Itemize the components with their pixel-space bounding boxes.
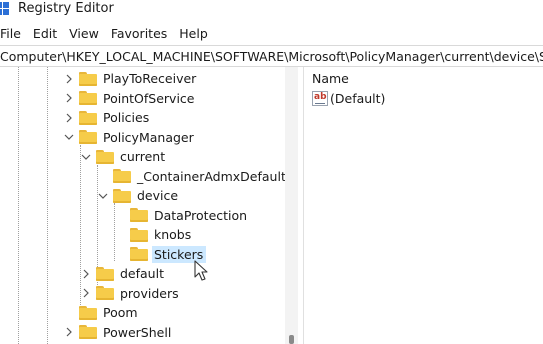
folder-icon xyxy=(130,227,148,242)
tree-item-label: Poom xyxy=(103,305,138,321)
folder-icon xyxy=(79,130,97,145)
value-row[interactable]: ab (Default) xyxy=(312,91,385,106)
chevron-down-icon[interactable] xyxy=(64,132,74,142)
folder-icon xyxy=(130,208,148,223)
folder-icon xyxy=(113,169,131,184)
tree-item-label: providers xyxy=(120,285,179,301)
tree-item-policymanager[interactable]: PolicyManager xyxy=(64,128,197,148)
tree-item-label: current xyxy=(120,149,166,165)
chevron-right-icon[interactable] xyxy=(64,74,74,84)
folder-icon xyxy=(96,149,114,164)
mouse-cursor-icon xyxy=(194,260,208,281)
tree-item-knobs[interactable]: knobs xyxy=(115,225,194,245)
tree-item-powershell[interactable]: PowerShell xyxy=(64,323,174,343)
column-header-name[interactable]: Name xyxy=(312,71,349,86)
tree-item-dataprotection[interactable]: DataProtection xyxy=(115,206,250,226)
tree-item-poom[interactable]: Poom xyxy=(64,303,141,323)
string-value-icon: ab xyxy=(312,91,328,106)
folder-icon xyxy=(79,110,97,125)
chevron-down-icon[interactable] xyxy=(81,152,91,162)
menu-view[interactable]: View xyxy=(63,24,105,44)
folder-icon xyxy=(79,91,97,106)
menu-file[interactable]: File xyxy=(0,24,27,44)
title-bar: Registry Editor xyxy=(0,0,543,20)
tree-item-label: knobs xyxy=(154,227,192,243)
address-path[interactable]: Computer\HKEY_LOCAL_MACHINE\SOFTWARE\Mic… xyxy=(0,49,543,64)
folder-icon xyxy=(79,71,97,86)
chevron-right-icon[interactable] xyxy=(64,327,74,337)
tree-item-label: PolicyManager xyxy=(103,129,194,145)
tree-item-default[interactable]: default xyxy=(81,264,167,284)
folder-icon xyxy=(79,305,97,320)
tree-item-containeradmxdefault[interactable]: _ContainerAdmxDefault xyxy=(98,167,289,187)
folder-icon xyxy=(96,266,114,281)
tree-item-policies[interactable]: Policies xyxy=(64,108,152,128)
tree-item-label: DataProtection xyxy=(154,207,248,223)
registry-editor-icon xyxy=(0,2,10,16)
tree-item-label: device xyxy=(137,188,179,204)
chevron-right-icon[interactable] xyxy=(81,288,91,298)
tree-item-pointofservice[interactable]: PointOfService xyxy=(64,89,197,109)
value-name: (Default) xyxy=(330,91,386,106)
tree-item-label: PowerShell xyxy=(103,324,172,340)
folder-icon xyxy=(79,325,97,340)
tree-item-playtoreceiver[interactable]: PlayToReceiver xyxy=(64,69,199,89)
chevron-right-icon[interactable] xyxy=(81,269,91,279)
address-bar[interactable]: Computer\HKEY_LOCAL_MACHINE\SOFTWARE\Mic… xyxy=(0,45,543,67)
folder-icon xyxy=(130,247,148,262)
chevron-right-icon[interactable] xyxy=(64,113,74,123)
folder-icon xyxy=(96,286,114,301)
tree-item-stickers[interactable]: Stickers xyxy=(115,245,207,265)
menu-favorites[interactable]: Favorites xyxy=(105,24,173,44)
menu-help[interactable]: Help xyxy=(173,24,214,44)
values-pane[interactable]: Name ab (Default) xyxy=(304,67,543,344)
tree-guide-line xyxy=(47,67,48,344)
tree-scrollbar[interactable] xyxy=(285,67,298,344)
tree-guide-line xyxy=(18,67,19,344)
tree-item-label: PlayToReceiver xyxy=(103,71,197,87)
folder-icon xyxy=(113,188,131,203)
chevron-down-icon[interactable] xyxy=(98,191,108,201)
key-tree[interactable]: PlayToReceiver PointOfService Policies P… xyxy=(0,67,298,344)
tree-item-device[interactable]: device xyxy=(98,186,181,206)
tree-item-providers[interactable]: providers xyxy=(81,284,182,304)
tree-item-label: default xyxy=(120,266,164,282)
tree-item-label: PointOfService xyxy=(103,90,195,106)
window-title: Registry Editor xyxy=(18,1,114,16)
tree-item-current[interactable]: current xyxy=(81,147,168,167)
tree-item-label: _ContainerAdmxDefault xyxy=(137,168,286,184)
tree-item-label: Policies xyxy=(103,110,150,126)
chevron-right-icon[interactable] xyxy=(64,93,74,103)
scrollbar-thumb[interactable] xyxy=(289,335,294,344)
menu-edit[interactable]: Edit xyxy=(27,24,63,44)
menu-bar: File Edit View Favorites Help xyxy=(0,24,214,44)
